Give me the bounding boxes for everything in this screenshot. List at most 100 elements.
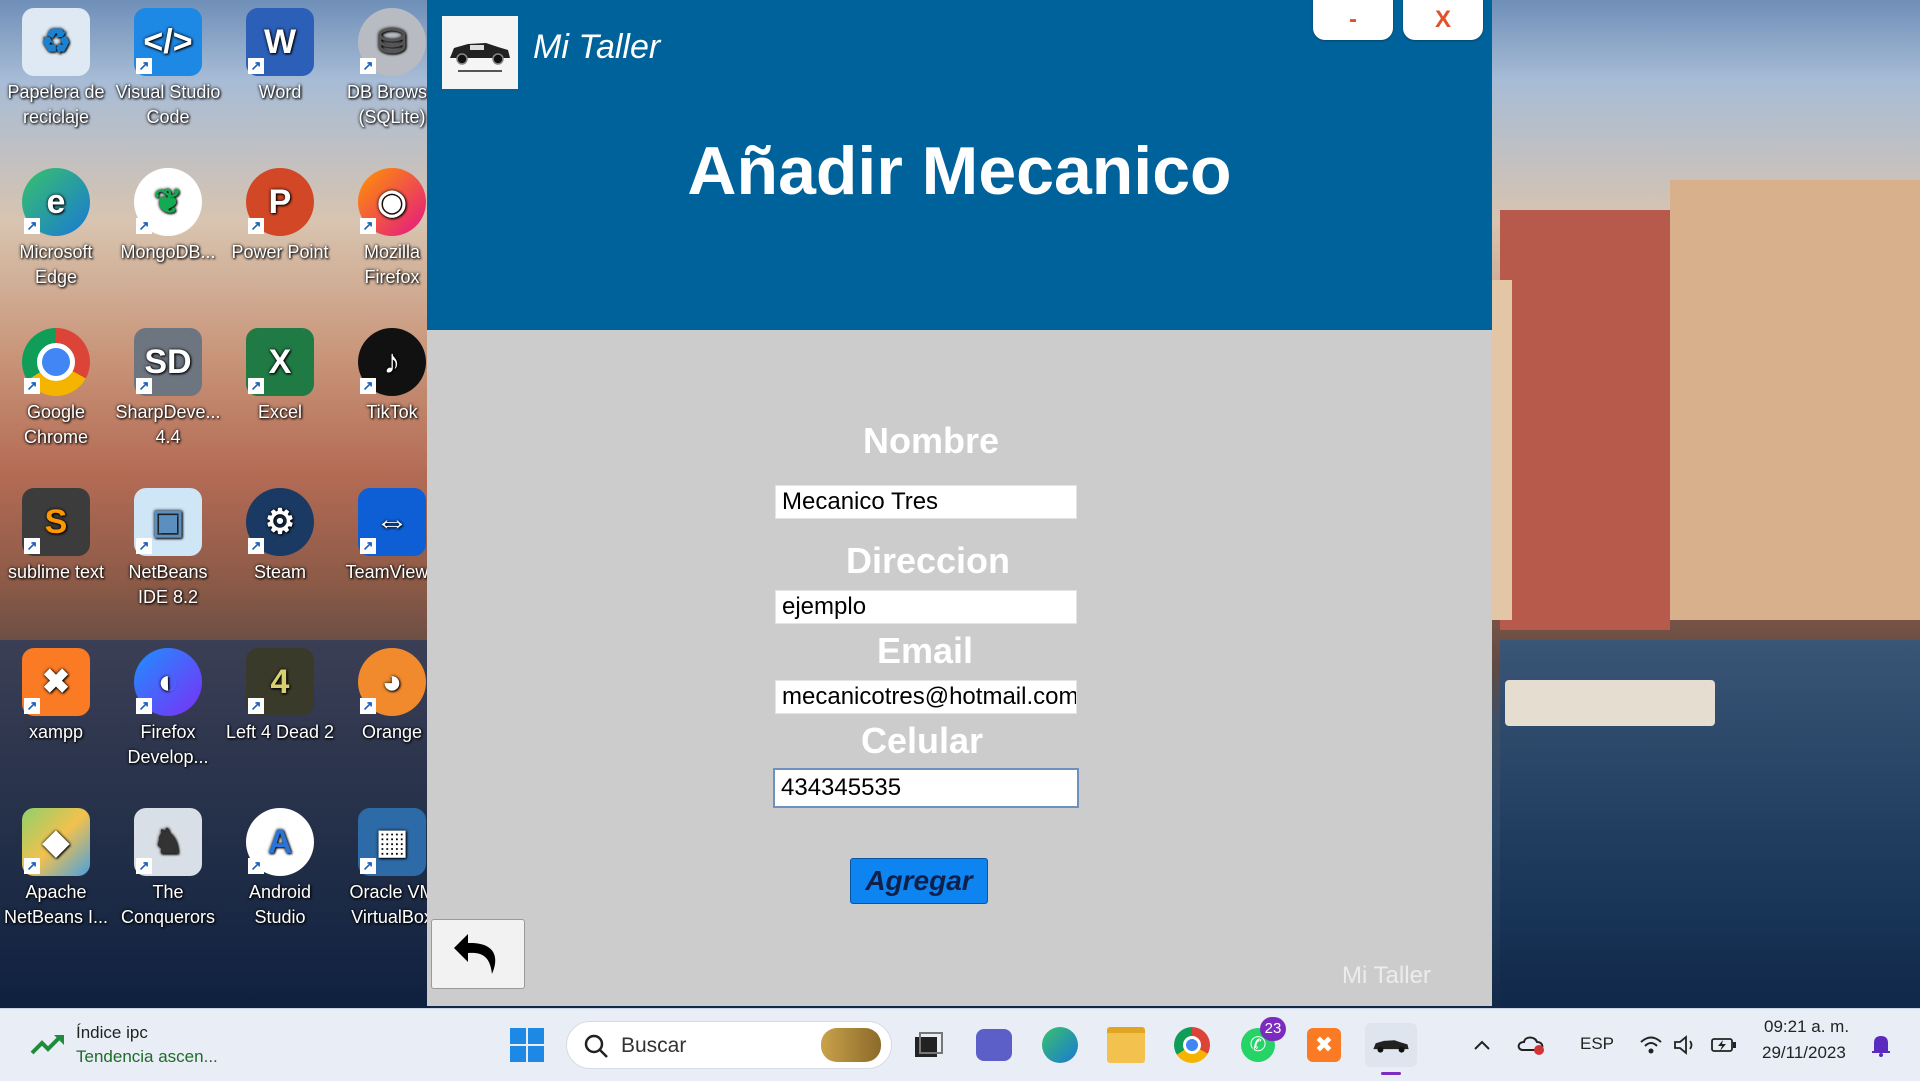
wifi-status[interactable] (1636, 1023, 1666, 1067)
desktop-icon-label: SharpDeve... 4.4 (115, 402, 221, 447)
battery-charging-icon (1711, 1038, 1736, 1052)
clock-time[interactable]: 09:21 a. m. (1764, 1017, 1849, 1037)
wallpaper-boat (1505, 680, 1715, 726)
car-logo-icon (450, 42, 510, 65)
taskbar-search[interactable]: Buscar (566, 1021, 892, 1069)
desktop-icon-netbeans[interactable]: ▣ ↗ NetBeans IDE 8.2 (112, 480, 224, 610)
nombre-label: Nombre (862, 420, 1000, 461)
footer-brand: Mi Taller (1342, 962, 1431, 989)
xampp-icon: ✖ ↗ (22, 648, 90, 716)
back-button[interactable] (431, 919, 525, 989)
desktop-icon-label: Orange (361, 722, 423, 742)
desktop-icon-sublime[interactable]: S ↗ sublime text (0, 480, 112, 585)
edge-icon (1042, 1027, 1078, 1063)
chrome-icon: ↗ (22, 328, 90, 396)
vscode-icon: </> ↗ (134, 8, 202, 76)
recycle-bin-icon: ♻ (22, 8, 90, 76)
email-label: Email (876, 630, 974, 671)
tiktok-icon: ♪ ↗ (358, 328, 426, 396)
word-icon: W ↗ (246, 8, 314, 76)
desktop-icon-label: Excel (257, 402, 302, 422)
agregar-button[interactable]: Agregar (850, 858, 988, 904)
taskbar-xampp[interactable]: ✖ (1302, 1023, 1346, 1067)
search-icon (584, 1034, 608, 1058)
windows-logo-icon (510, 1028, 544, 1062)
desktop-icon-label: Microsoft Edge (19, 242, 93, 287)
clock-date[interactable]: 29/11/2023 (1762, 1043, 1846, 1063)
desktop-icon-powerpoint[interactable]: P ↗ Power Point (224, 160, 336, 265)
desktop-icon-excel[interactable]: X ↗ Excel (224, 320, 336, 425)
desktop-icon-sharpdevelop[interactable]: SD ↗ SharpDeve... 4.4 (112, 320, 224, 450)
xampp-icon: ✖ (1307, 1028, 1341, 1062)
bell-icon (1872, 1036, 1890, 1057)
task-view-button[interactable] (906, 1023, 950, 1067)
desktop-icon-firefox-dev[interactable]: ◐ ↗ Firefox Develop... (112, 640, 224, 770)
app-logo (442, 16, 518, 89)
firefox-icon: ◉ ↗ (358, 168, 426, 236)
app-title: Mi Taller (533, 28, 661, 66)
notifications-button[interactable] (1866, 1023, 1896, 1067)
mongodb-icon: ❦ ↗ (134, 168, 202, 236)
steam-icon: ⚙ ↗ (246, 488, 314, 556)
wallpaper-building (1492, 280, 1512, 620)
volume-status[interactable] (1670, 1023, 1700, 1067)
sharpdevelop-icon: SD ↗ (134, 328, 202, 396)
desktop-icon-edge[interactable]: e ↗ Microsoft Edge (0, 160, 112, 290)
email-field[interactable] (775, 680, 1077, 714)
minimize-button[interactable]: - (1313, 0, 1393, 40)
desktop-icon-label: TikTok (366, 402, 418, 422)
nombre-field[interactable] (775, 485, 1077, 519)
desktop-icon-label: Mozilla Firefox (363, 242, 420, 287)
desktop-icon-steam[interactable]: ⚙ ↗ Steam (224, 480, 336, 585)
desktop-icon-label: DB Browse (SQLite) (346, 82, 438, 127)
desktop-icon-conquerors[interactable]: ♞ ↗ The Conquerors (112, 800, 224, 930)
show-hidden-icons-button[interactable] (1468, 1023, 1496, 1067)
taskbar-chrome[interactable] (1170, 1023, 1214, 1067)
battery-status[interactable] (1708, 1023, 1740, 1067)
cloud-error-icon (1517, 1036, 1544, 1055)
weather-widget[interactable]: Índice ipc Tendencia ascen... (24, 1019, 244, 1071)
desktop-icon-chrome[interactable]: ↗ Google Chrome (0, 320, 112, 450)
taskbar-mi-taller[interactable] (1365, 1023, 1417, 1075)
taskbar-edge[interactable] (1038, 1023, 1082, 1067)
language-indicator[interactable]: ESP (1580, 1034, 1614, 1054)
desktop-icon-label: Word (258, 82, 302, 102)
apache-netbeans-icon: ◆ ↗ (22, 808, 90, 876)
folder-icon (1107, 1027, 1145, 1063)
direccion-label: Direccion (845, 540, 1011, 581)
desktop-icon-android-studio[interactable]: A ↗ Android Studio (224, 800, 336, 930)
android-studio-icon: A ↗ (246, 808, 314, 876)
taskbar-whatsapp[interactable]: ✆ 23 (1236, 1017, 1286, 1067)
database-icon: ⛁ ↗ (358, 8, 426, 76)
trend-up-icon (30, 1035, 64, 1055)
desktop-icon-apache-netbeans[interactable]: ◆ ↗ Apache NetBeans I... (0, 800, 112, 930)
active-indicator (1381, 1072, 1401, 1075)
desktop-icon-label: TeamViewe (345, 562, 439, 582)
desktop-icon-word[interactable]: W ↗ Word (224, 0, 336, 105)
desktop-icon-xampp[interactable]: ✖ ↗ xampp (0, 640, 112, 745)
taskbar-chat[interactable] (972, 1023, 1016, 1067)
desktop-icon-l4d2[interactable]: 4 ↗ Left 4 Dead 2 (224, 640, 336, 745)
desktop-icon-label: Papelera de reciclaje (7, 82, 105, 127)
desktop-icon-label: Firefox Develop... (127, 722, 209, 767)
onedrive-status[interactable] (1516, 1023, 1548, 1067)
start-button[interactable] (505, 1023, 549, 1067)
desktop-icon-label: Android Studio (248, 882, 312, 927)
desktop-icon-label: Oracle VM VirtualBox (349, 882, 435, 927)
teamviewer-icon: ⇔ ↗ (358, 488, 426, 556)
conquerors-icon: ♞ ↗ (134, 808, 202, 876)
celular-field[interactable] (773, 768, 1079, 808)
close-button[interactable]: X (1403, 0, 1483, 40)
desktop-icon-vscode[interactable]: </> ↗ Visual Studio Code (112, 0, 224, 130)
search-placeholder: Buscar (621, 1034, 687, 1057)
task-view-icon (915, 1032, 943, 1057)
desktop-icon-mongodb[interactable]: ❦ ↗ MongoDB... (112, 160, 224, 265)
desktop-icon-recycle-bin[interactable]: ♻ Papelera de reciclaje (0, 0, 112, 130)
taskbar-file-explorer[interactable] (1104, 1023, 1148, 1067)
direccion-field[interactable] (775, 590, 1077, 624)
excel-icon: X ↗ (246, 328, 314, 396)
speaker-icon (1674, 1035, 1693, 1055)
celular-label: Celular (860, 720, 984, 761)
page-title: Añadir Mecanico (687, 133, 1232, 209)
desktop-icon-label: xampp (28, 722, 84, 742)
